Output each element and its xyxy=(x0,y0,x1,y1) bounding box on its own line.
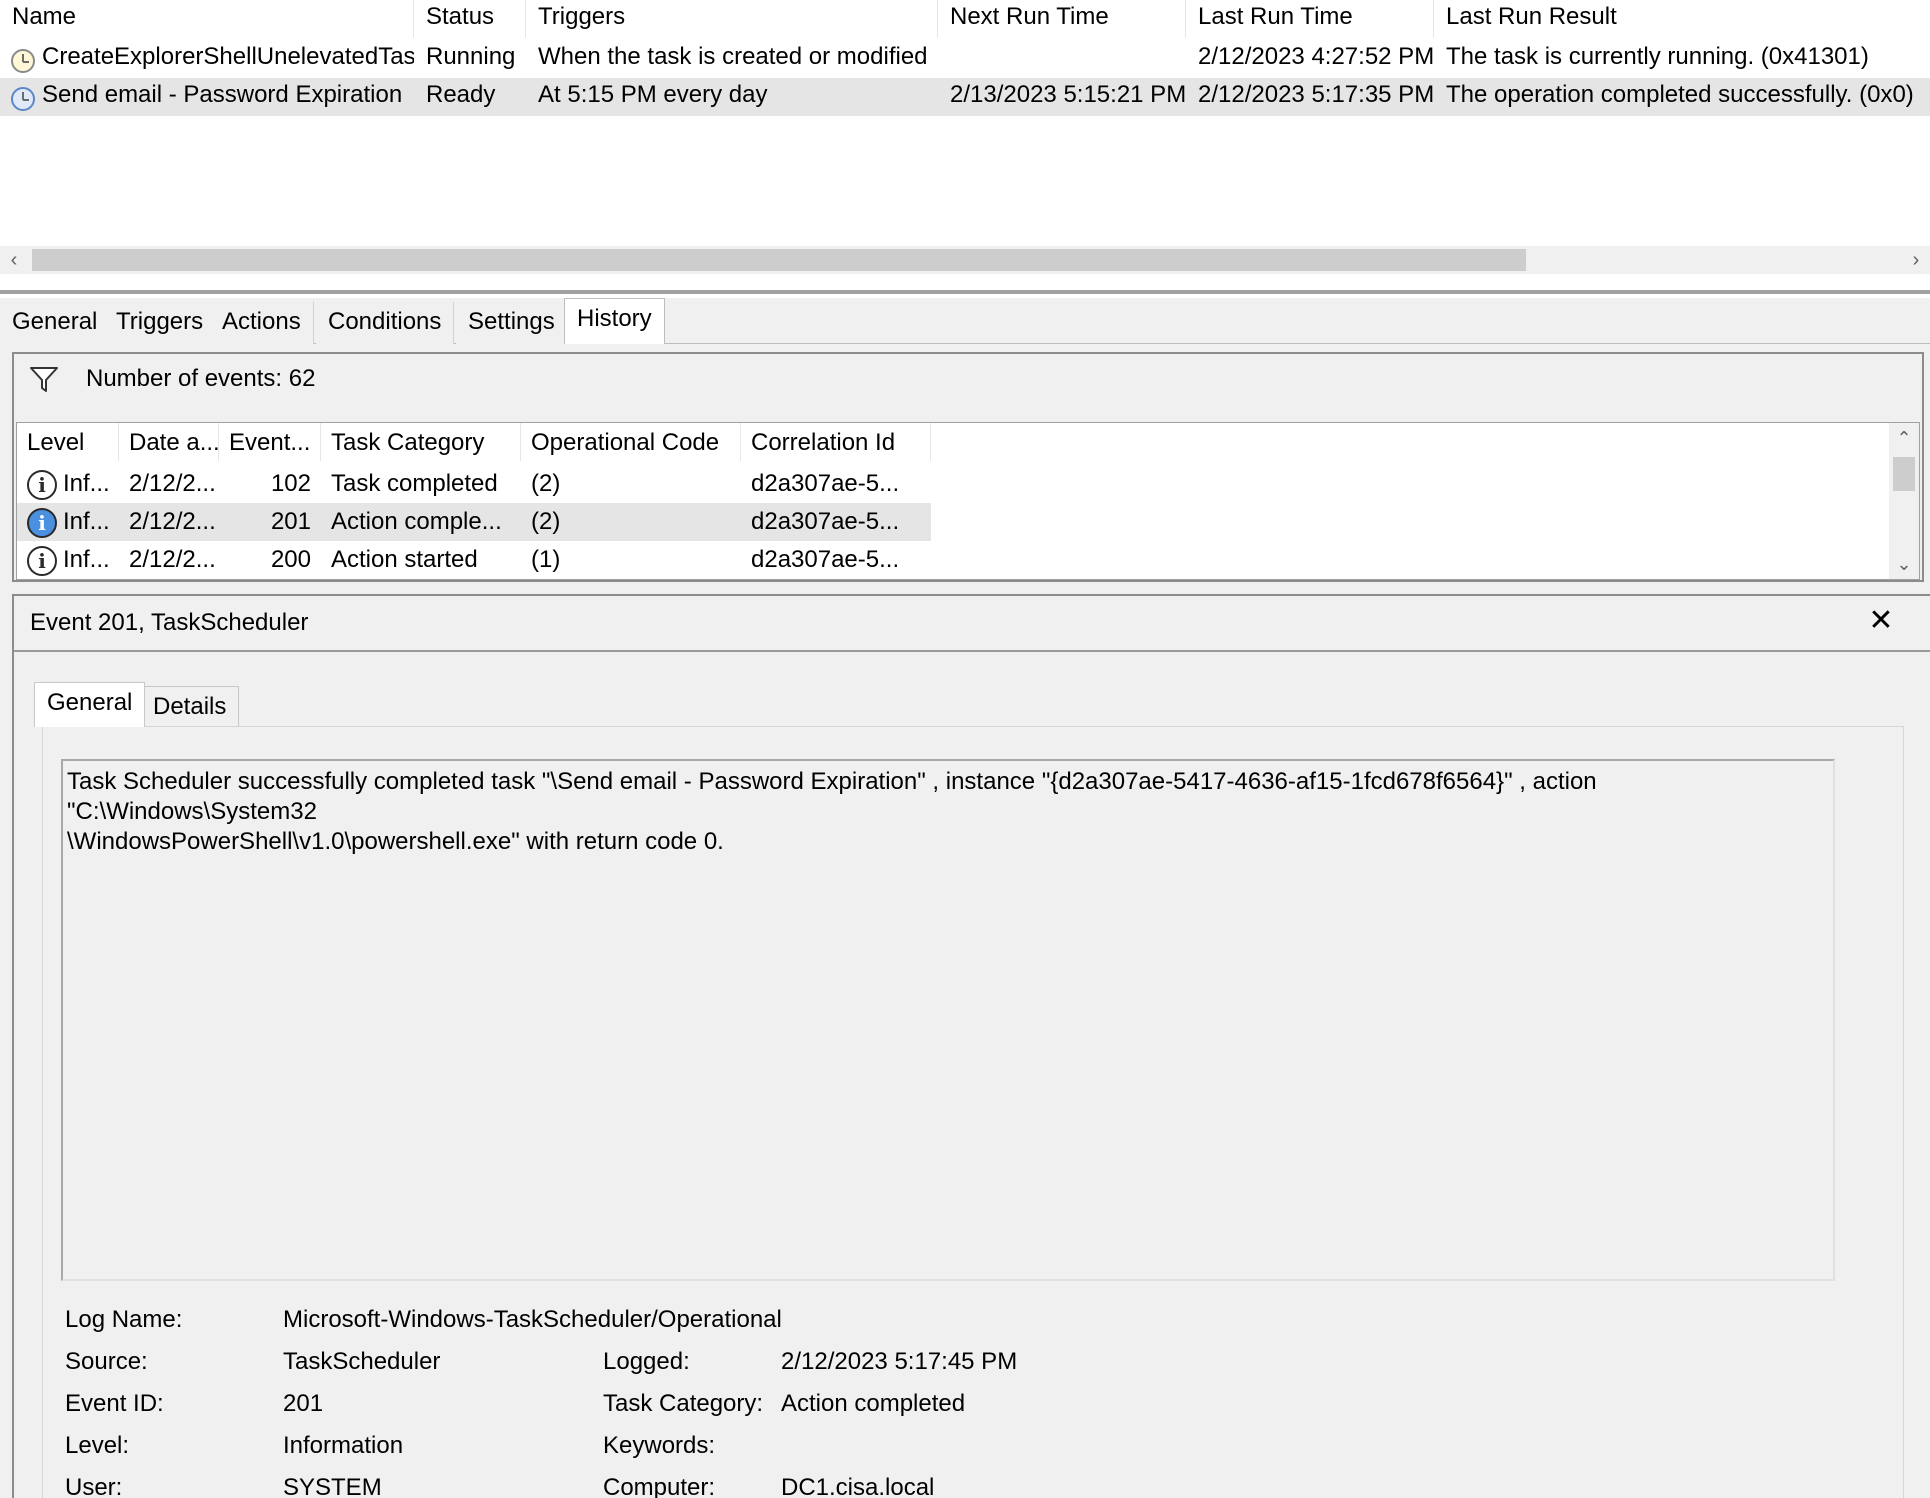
events-vertical-scrollbar[interactable]: ⌃ ⌄ xyxy=(1889,423,1919,579)
task-name: CreateExplorerShellUnelevatedTask xyxy=(42,43,414,70)
event-correlation-id: d2a307ae-5... xyxy=(751,470,900,497)
scroll-left-icon[interactable]: ‹ xyxy=(0,246,28,274)
filter-icon[interactable] xyxy=(28,364,60,394)
event-correlation-id: d2a307ae-5... xyxy=(751,546,900,573)
event-category: Task completed xyxy=(331,470,498,497)
column-header-next-run-time[interactable]: Next Run Time xyxy=(938,0,1186,38)
column-header-operational-code[interactable]: Operational Code xyxy=(521,423,741,461)
column-header-last-run-time[interactable]: Last Run Time xyxy=(1186,0,1434,38)
tab-general[interactable]: General xyxy=(0,302,111,344)
event-correlation-id: d2a307ae-5... xyxy=(751,508,900,535)
task-name: Send email - Password Expiration xyxy=(42,81,403,108)
event-level: Inf... xyxy=(63,470,110,497)
task-category-label: Task Category: xyxy=(603,1390,764,1417)
computer-value: DC1.cisa.local xyxy=(781,1474,935,1498)
column-header-event-id[interactable]: Event... xyxy=(219,423,321,461)
task-status: Ready xyxy=(426,81,496,108)
events-box: Number of events: 62 Level Date a... Eve… xyxy=(12,352,1924,582)
event-opcode: (2) xyxy=(531,470,561,497)
computer-label: Computer: xyxy=(603,1474,716,1498)
event-id: 200 xyxy=(270,546,311,573)
column-header-triggers[interactable]: Triggers xyxy=(526,0,938,38)
source-label: Source: xyxy=(65,1348,148,1375)
tab-history[interactable]: History xyxy=(564,298,665,345)
event-level: Inf... xyxy=(63,546,110,573)
task-next-run: 2/13/2023 5:15:21 PM xyxy=(950,81,1186,108)
event-category: Action comple... xyxy=(331,508,502,535)
logged-label: Logged: xyxy=(603,1348,690,1375)
event-opcode: (1) xyxy=(531,546,561,573)
user-label: User: xyxy=(65,1474,123,1498)
event-message-line: Task Scheduler successfully completed ta… xyxy=(67,768,1597,825)
scrollbar-thumb[interactable] xyxy=(32,249,1526,271)
keywords-label: Keywords: xyxy=(603,1432,716,1459)
task-last-result: The task is currently running. (0x41301) xyxy=(1446,43,1869,70)
tab-actions[interactable]: Actions xyxy=(210,302,314,344)
events-table[interactable]: Level Date a... Event... Task Category O… xyxy=(16,422,1920,580)
scrollbar-thumb[interactable] xyxy=(1893,457,1915,491)
filter-bar: Number of events: 62 xyxy=(14,354,1922,408)
log-name-label: Log Name: xyxy=(65,1306,183,1333)
event-general-body: Task Scheduler successfully completed ta… xyxy=(42,726,1904,1498)
task-next-run xyxy=(938,40,1186,78)
event-opcode: (2) xyxy=(531,508,561,535)
task-list-header: Name Status Triggers Next Run Time Last … xyxy=(0,0,1930,38)
task-row[interactable]: CreateExplorerShellUnelevatedTask Runnin… xyxy=(0,40,1930,78)
source-value: TaskScheduler xyxy=(283,1348,441,1375)
close-icon[interactable]: ✕ xyxy=(1866,606,1896,636)
task-list-horizontal-scrollbar[interactable]: ‹ › xyxy=(0,246,1930,274)
column-header-name[interactable]: Name xyxy=(0,0,414,38)
event-detail-title: Event 201, TaskScheduler xyxy=(30,609,309,636)
task-last-run: 2/12/2023 4:27:52 PM xyxy=(1198,43,1434,70)
event-message-box[interactable]: Task Scheduler successfully completed ta… xyxy=(61,759,1835,1281)
logged-value: 2/12/2023 5:17:45 PM xyxy=(781,1348,1018,1375)
column-header-level[interactable]: Level xyxy=(17,423,119,461)
event-row[interactable]: i Inf... 2/12/2... 102 Task completed (2… xyxy=(17,465,931,503)
history-pane: Number of events: 62 Level Date a... Eve… xyxy=(0,344,1930,1498)
tab-triggers[interactable]: Triggers xyxy=(104,302,217,344)
tab-event-general[interactable]: General xyxy=(34,682,146,727)
task-list[interactable]: Name Status Triggers Next Run Time Last … xyxy=(0,0,1930,248)
event-date: 2/12/2... xyxy=(129,470,216,497)
event-id-value: 201 xyxy=(283,1390,324,1417)
scroll-down-icon[interactable]: ⌄ xyxy=(1889,549,1919,579)
event-level: Inf... xyxy=(63,508,110,535)
tab-event-details[interactable]: Details xyxy=(140,686,240,730)
event-row[interactable]: i Inf... 2/12/2... 200 Action started (1… xyxy=(17,541,931,579)
event-id: 201 xyxy=(270,508,311,535)
event-id: 102 xyxy=(270,470,311,497)
task-triggers: When the task is created or modified xyxy=(538,43,928,70)
tab-conditions[interactable]: Conditions xyxy=(316,302,455,344)
event-count: Number of events: 62 xyxy=(86,365,316,392)
task-status: Running xyxy=(426,43,516,70)
task-last-result: The operation completed successfully. (0… xyxy=(1446,81,1914,108)
column-header-correlation-id[interactable]: Correlation Id xyxy=(741,423,931,461)
event-category: Action started xyxy=(331,546,478,573)
event-date: 2/12/2... xyxy=(129,508,216,535)
events-table-header: Level Date a... Event... Task Category O… xyxy=(17,423,931,461)
level-label: Level: xyxy=(65,1432,130,1459)
column-header-status[interactable]: Status xyxy=(414,0,526,38)
column-header-last-run-result[interactable]: Last Run Result xyxy=(1434,0,1930,38)
scroll-right-icon[interactable]: › xyxy=(1902,246,1930,274)
scroll-up-icon[interactable]: ⌃ xyxy=(1889,423,1919,453)
task-category-value: Action completed xyxy=(781,1390,966,1417)
task-row-selected[interactable]: Send email - Password Expiration Ready A… xyxy=(0,78,1930,116)
event-id-label: Event ID: xyxy=(65,1390,164,1417)
log-name-value: Microsoft-Windows-TaskScheduler/Operatio… xyxy=(283,1306,782,1333)
column-header-date[interactable]: Date a... xyxy=(119,423,219,461)
level-value: Information xyxy=(283,1432,404,1459)
column-header-task-category[interactable]: Task Category xyxy=(321,423,521,461)
task-triggers: At 5:15 PM every day xyxy=(538,81,768,108)
divider xyxy=(14,650,1930,652)
task-last-run: 2/12/2023 5:17:35 PM xyxy=(1198,81,1434,108)
tab-settings[interactable]: Settings xyxy=(456,302,568,344)
event-detail-panel: Event 201, TaskScheduler ✕ General Detai… xyxy=(12,594,1930,1498)
event-message-line: \WindowsPowerShell\v1.0\powershell.exe" … xyxy=(67,828,724,855)
pane-splitter[interactable] xyxy=(0,290,1930,294)
event-date: 2/12/2... xyxy=(129,546,216,573)
event-row-selected[interactable]: i Inf... 2/12/2... 201 Action comple... … xyxy=(17,503,931,541)
task-properties-tabs: General Triggers Actions Conditions Sett… xyxy=(0,298,1930,345)
user-value: SYSTEM xyxy=(283,1474,382,1498)
